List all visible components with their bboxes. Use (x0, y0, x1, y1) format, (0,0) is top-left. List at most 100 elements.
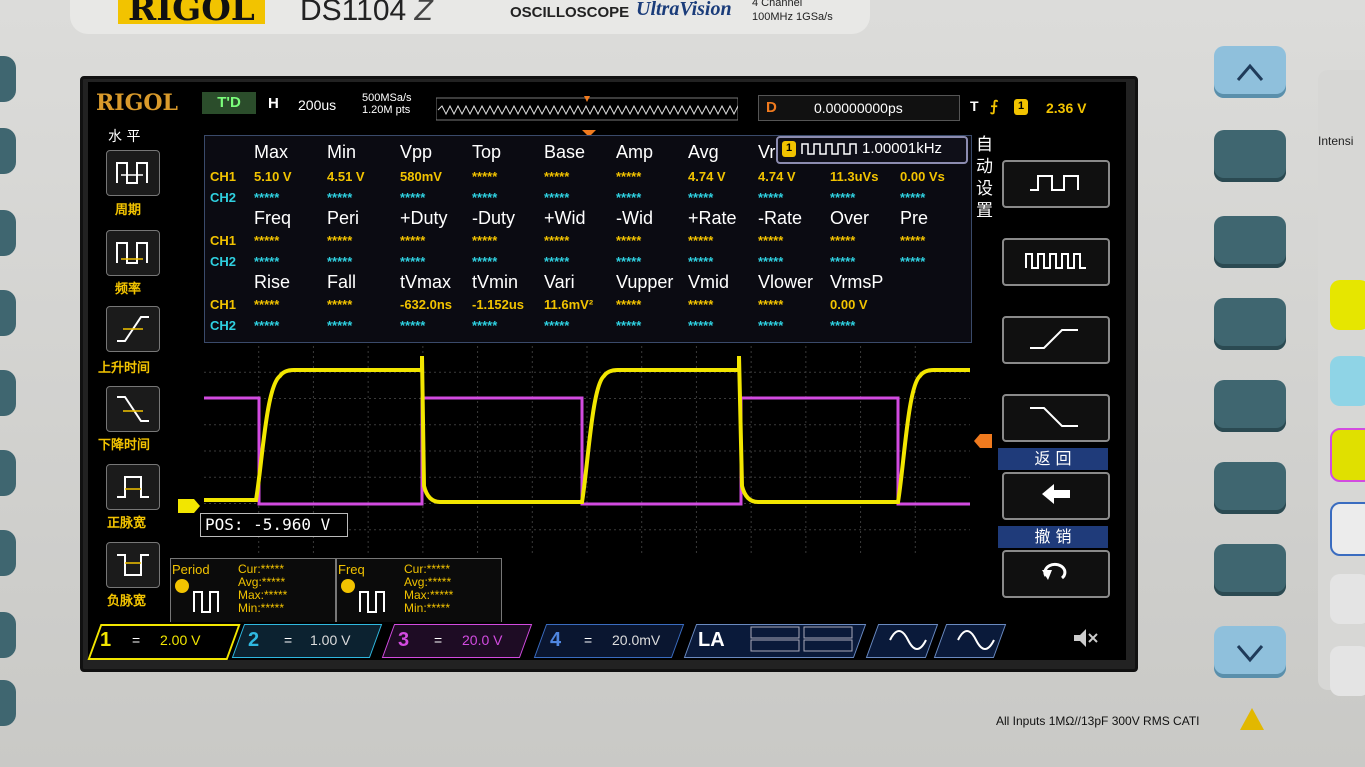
spec-line2: 100MHz 1GSa/s (752, 11, 833, 23)
ch1-measure-value: ***** (616, 233, 642, 248)
rise-time-button[interactable] (106, 306, 160, 352)
menu-up-button[interactable] (1214, 46, 1286, 98)
rise-time-icon (117, 316, 149, 342)
sine-wave-icon (889, 630, 927, 650)
positive-width-button[interactable] (106, 464, 160, 510)
frequency-icon (116, 242, 148, 264)
ch1-row-label: CH1 (210, 233, 237, 248)
frequency-counter-icon (341, 579, 385, 613)
ch2-number: 2 (248, 629, 260, 651)
measure-header: Max (254, 142, 289, 162)
period-label: 周期 (115, 203, 142, 218)
ch2-measure-value: ***** (400, 318, 426, 333)
right-menu-title: 自动设置 (976, 135, 993, 221)
positive-width-icon (117, 476, 149, 498)
single-cycle-icon (1030, 175, 1079, 191)
autoset-single-period-button[interactable] (1002, 160, 1110, 208)
softkey-3[interactable] (1214, 298, 1286, 350)
ch1-measure-value: ***** (400, 233, 426, 248)
ch2-measure-value: ***** (758, 318, 784, 333)
ch2-row-label: CH2 (210, 190, 237, 205)
autoset-rising-edge-button[interactable] (1002, 316, 1110, 364)
ch3-key[interactable] (1330, 428, 1365, 482)
delay-label: D (766, 99, 777, 116)
back-header: 返 回 (998, 448, 1108, 470)
ch2-measure-value: ***** (544, 318, 570, 333)
softkey-4[interactable] (1214, 380, 1286, 432)
model-text: DS1104 (300, 0, 407, 27)
timebase-value: 200us (298, 97, 337, 113)
autoset-falling-edge-button[interactable] (1002, 394, 1110, 442)
ch1-measure-value: 4.74 V (688, 169, 726, 184)
period-counter-values: Cur:***** Avg:***** Max:***** Min:***** (238, 563, 287, 615)
frequency-readout: 1.00001kHz (862, 140, 943, 157)
measure-header: tVmax (400, 272, 452, 292)
sample-rate: 500MSa/s (362, 92, 412, 104)
autoset-multi-period-button[interactable] (1002, 238, 1110, 286)
ch2-measure-value: ***** (544, 254, 570, 269)
side-key[interactable] (0, 210, 16, 256)
measure-header: Vmid (688, 272, 730, 292)
softkey-6[interactable] (1214, 544, 1286, 596)
fall-time-button[interactable] (106, 386, 160, 432)
ch2-measure-value: ***** (688, 254, 714, 269)
speaker-muted-icon[interactable] (1070, 626, 1100, 650)
measure-header: -Rate (758, 208, 803, 228)
ch2-measure-value: ***** (688, 318, 714, 333)
ch2-measure-value: ***** (400, 254, 426, 269)
frequency-label: 频率 (115, 282, 142, 297)
side-key[interactable] (0, 612, 16, 658)
trigger-level-marker (974, 434, 992, 448)
ch1-key[interactable] (1330, 280, 1365, 330)
ch1-scale: 2.00 V (160, 632, 201, 648)
model-number: DS1104 Z (300, 0, 433, 28)
ref-key[interactable] (1330, 646, 1365, 696)
measure-header: Avg (688, 142, 719, 162)
side-key[interactable] (0, 290, 16, 336)
ch4-key[interactable] (1330, 502, 1365, 556)
ch2-measure-value: ***** (616, 190, 642, 205)
ch2-coupling: = (284, 632, 293, 648)
la-label: LA (698, 629, 725, 651)
ch2-measure-value: ***** (616, 254, 642, 269)
ch4-scale: 20.0mV (612, 632, 661, 648)
horizontal-label: H (268, 95, 279, 112)
ch2-key[interactable] (1330, 356, 1365, 406)
side-key[interactable] (0, 56, 16, 102)
side-key[interactable] (0, 530, 16, 576)
ch2-measure-value: ***** (830, 190, 856, 205)
side-key[interactable] (0, 370, 16, 416)
softkey-2[interactable] (1214, 216, 1286, 268)
ch1-measure-value: 0.00 V (830, 297, 868, 312)
undo-button[interactable] (1002, 550, 1110, 598)
period-min: Min:***** (238, 601, 285, 615)
frequency-button[interactable] (106, 230, 160, 276)
measure-header: Peri (327, 208, 360, 228)
softkey-5[interactable] (1214, 462, 1286, 514)
undo-header: 撤 销 (998, 526, 1108, 548)
side-key[interactable] (0, 450, 16, 496)
up-arrow-icon (1236, 63, 1264, 81)
menu-down-button[interactable] (1214, 626, 1286, 678)
ch1-row-label: CH1 (210, 297, 237, 312)
ch3-number: 3 (398, 629, 410, 651)
left-menu-title: 水 平 (108, 129, 141, 145)
ch1-measure-value: ***** (688, 233, 714, 248)
period-button[interactable] (106, 150, 160, 196)
ch4-coupling: = (584, 632, 593, 648)
side-key[interactable] (0, 680, 16, 726)
product-name: OSCILLOSCOPE (510, 4, 630, 21)
measure-header: Freq (254, 208, 292, 228)
ch2-measure-value: ***** (472, 254, 498, 269)
negative-width-button[interactable] (106, 542, 160, 588)
rise-time-label: 上升时间 (98, 361, 151, 376)
side-key[interactable] (0, 128, 16, 174)
math-key[interactable] (1330, 574, 1365, 624)
ch2-measure-value: ***** (900, 190, 926, 205)
back-button[interactable] (1002, 472, 1110, 520)
ch2-scale: 1.00 V (310, 632, 351, 648)
ch2-measure-value: ***** (758, 254, 784, 269)
ch2-measure-value: ***** (616, 318, 642, 333)
softkey-1[interactable] (1214, 130, 1286, 182)
ch1-ground-marker (178, 499, 200, 513)
